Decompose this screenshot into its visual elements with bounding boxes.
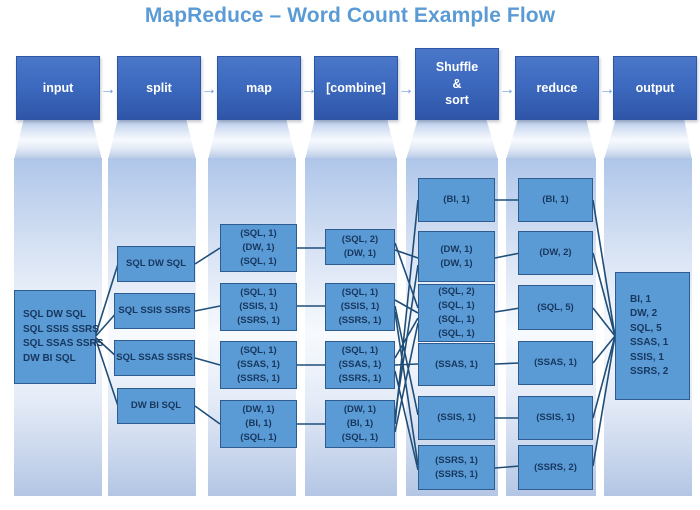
data-line: (SQL, 2) [341, 234, 379, 246]
input-data-box[interactable]: SQL DW SQL SQL SSIS SSRS SQL SSAS SSRS DW B… [14, 290, 103, 384]
data-line: DW, 2 [630, 308, 658, 319]
data-line: (SSIS, 1) [536, 412, 575, 424]
data-line: SQL DW SQL [23, 309, 87, 320]
data-line: (SQL, 1) [240, 345, 277, 357]
map-box-4[interactable]: (DW, 1) (BI, 1) (SQL, 1) [220, 400, 297, 448]
map-box-3[interactable]: (SQL, 1) (SSAS, 1) (SSRS, 1) [220, 341, 297, 389]
reduce-box-ssrs[interactable]: (SSRS, 2) [518, 445, 593, 490]
stage-header-input[interactable]: input [16, 56, 100, 120]
split-box-3[interactable]: SQL SSAS SSRS [114, 340, 195, 376]
shuffle-box-dw[interactable]: (DW, 1) (DW, 1) [418, 231, 495, 282]
data-line: (SQL, 1) [240, 431, 277, 443]
shuffle-box-bi[interactable]: (BI, 1) [418, 178, 495, 222]
data-line: (SSIS, 1) [239, 301, 278, 313]
data-line: (SQL, 1) [438, 314, 475, 325]
data-line: SSAS, 1 [630, 337, 669, 348]
stage-header-shuffle-sort[interactable]: Shuffle & sort [415, 48, 499, 120]
output-data-box[interactable]: BI, 1 DW, 2 SQL, 5 SSAS, 1 SSIS, 1 SSRS, 2 [615, 272, 690, 400]
stage-arrow-5: → [499, 81, 515, 98]
data-line: (SSRS, 1) [338, 372, 382, 384]
stage-header-reduce[interactable]: reduce [515, 56, 599, 120]
stage-arrow-2: → [201, 81, 217, 98]
data-line: (SQL, 1) [438, 327, 475, 339]
data-line: (SSRS, 1) [237, 314, 280, 326]
stage-header-map[interactable]: map [217, 56, 301, 120]
reduce-box-ssas[interactable]: (SSAS, 1) [518, 341, 593, 385]
data-line: (DW, 1) [343, 404, 377, 416]
split-box-1[interactable]: SQL DW SQL [117, 246, 195, 282]
data-line: (SSAS, 1) [435, 358, 478, 370]
data-line: (BI, 1) [346, 418, 374, 430]
data-line: (SSAS, 1) [237, 359, 280, 371]
data-line: (SSRS, 1) [435, 468, 478, 480]
stage-arrow-4: → [398, 81, 414, 98]
data-line: DW BI SQL [130, 400, 182, 412]
data-line: DW BI SQL [23, 352, 76, 364]
split-box-2[interactable]: SQL SSIS SSRS [114, 293, 195, 329]
shuffle-box-ssas[interactable]: (SSAS, 1) [418, 343, 495, 386]
reduce-box-bi[interactable]: (BI, 1) [518, 178, 593, 222]
shuffle-box-ssis[interactable]: (SSIS, 1) [418, 396, 495, 440]
data-line: (SQL, 1) [240, 228, 277, 240]
data-line: (DW, 1) [440, 243, 473, 255]
reduce-box-dw[interactable]: (DW, 2) [518, 231, 593, 275]
data-line: (SQL, 1) [240, 287, 277, 299]
data-line: (SQL, 5) [537, 301, 574, 313]
diagram-canvas: MapReduce – Word Count Example Flow inpu… [0, 0, 700, 510]
data-line: (DW, 1) [242, 242, 275, 254]
stage-header-output[interactable]: output [613, 56, 697, 120]
stage-header-split[interactable]: split [117, 56, 201, 120]
page-title: MapReduce – Word Count Example Flow [144, 4, 556, 27]
combine-box-4[interactable]: (DW, 1) (BI, 1) (SQL, 1) [325, 400, 395, 448]
data-line: SQL SSAS SSRS [23, 338, 104, 349]
data-line: SQL DW SQL [126, 258, 186, 270]
data-line: (BI, 1) [443, 194, 470, 206]
data-line: SQL SSIS SSRS [23, 323, 99, 335]
data-line: (DW, 1) [440, 257, 473, 269]
data-line: (DW, 2) [539, 247, 572, 259]
data-line: (SQL, 1) [438, 300, 475, 312]
reduce-box-ssis[interactable]: (SSIS, 1) [518, 396, 593, 440]
map-box-1[interactable]: (SQL, 1) (DW, 1) (SQL, 1) [220, 224, 297, 272]
shuffle-box-sql[interactable]: (SQL, 2) (SQL, 1) (SQL, 1) (SQL, 1) [418, 284, 495, 342]
data-line: (SSAS, 1) [534, 357, 577, 369]
data-line: BI, 1 [630, 293, 652, 305]
data-line: (BI, 1) [542, 194, 569, 206]
data-line: (SQL, 1) [240, 255, 277, 267]
shuffle-box-ssrs[interactable]: (SSRS, 1) (SSRS, 1) [418, 445, 495, 490]
map-box-2[interactable]: (SQL, 1) (SSIS, 1) (SSRS, 1) [220, 283, 297, 331]
split-box-4[interactable]: DW BI SQL [117, 388, 195, 424]
stage-header-combine[interactable]: [combine] [314, 56, 398, 120]
data-line: SQL SSAS SSRS [116, 352, 193, 364]
stage-arrow-1: → [100, 81, 116, 98]
data-line: (SSRS, 2) [534, 461, 577, 473]
data-line: (SSAS, 1) [338, 359, 382, 371]
data-line: SSIS, 1 [630, 351, 664, 363]
data-line: (BI, 1) [245, 418, 272, 430]
data-line: (DW, 1) [343, 248, 377, 259]
reduce-box-sql[interactable]: (SQL, 5) [518, 285, 593, 330]
data-line: (SSRS, 1) [338, 314, 382, 326]
data-line: (SQL, 1) [341, 345, 379, 357]
data-line: (SSIS, 1) [437, 412, 476, 424]
data-line: (SQL, 1) [341, 431, 379, 443]
data-line: SSRS, 2 [630, 366, 669, 377]
data-line: SQL, 5 [630, 322, 662, 334]
data-line: (SSIS, 1) [340, 301, 380, 313]
combine-box-2[interactable]: (SQL, 1) (SSIS, 1) (SSRS, 1) [325, 283, 395, 331]
combine-box-3[interactable]: (SQL, 1) (SSAS, 1) (SSRS, 1) [325, 341, 395, 389]
data-line: (SQL, 1) [341, 287, 379, 299]
data-line: (DW, 1) [242, 404, 275, 416]
data-line: (SQL, 2) [438, 286, 475, 298]
combine-box-1[interactable]: (SQL, 2) (DW, 1) [325, 229, 395, 265]
data-line: SQL SSIS SSRS [118, 305, 191, 317]
data-line: (SSRS, 1) [237, 372, 280, 384]
data-line: (SSRS, 1) [435, 454, 478, 466]
